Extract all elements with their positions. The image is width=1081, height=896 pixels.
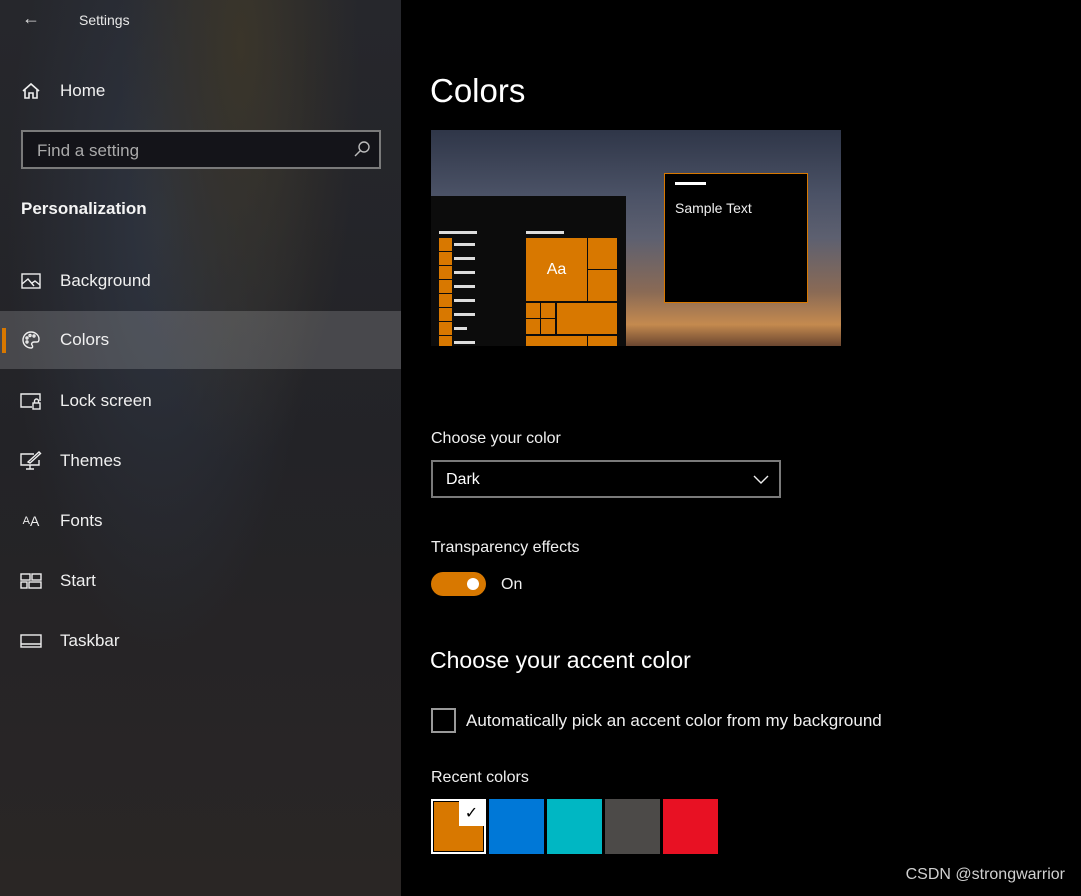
dropdown-value: Dark — [446, 471, 480, 488]
preview-tile: Aa — [526, 238, 587, 301]
toggle-knob — [467, 578, 479, 590]
sidebar-item-label: Colors — [60, 330, 110, 349]
page-title: Colors — [430, 72, 526, 109]
chevron-down-icon — [753, 471, 769, 492]
sidebar-item-background[interactable]: Background — [0, 252, 401, 310]
back-arrow-icon[interactable]: ← — [22, 8, 40, 29]
sidebar-item-fonts[interactable]: AA Fonts — [0, 492, 401, 550]
sidebar-item-label: Start — [60, 571, 96, 590]
sample-window-preview: Sample Text — [664, 173, 808, 303]
checkmark-icon: ✓ — [459, 801, 484, 826]
watermark: CSDN @strongwarrior — [905, 866, 1065, 883]
auto-accent-label[interactable]: Automatically pick an accent color from … — [466, 711, 882, 731]
color-swatch[interactable] — [547, 799, 602, 854]
sidebar-item-home[interactable]: Home — [0, 62, 401, 120]
sidebar-item-lock-screen[interactable]: Lock screen — [0, 372, 401, 430]
palette-icon — [20, 329, 42, 351]
lock-screen-icon — [20, 390, 42, 412]
search-icon[interactable] — [353, 140, 371, 163]
sidebar-item-label: Fonts — [60, 511, 103, 530]
sidebar-item-start[interactable]: Start — [0, 552, 401, 610]
search-input[interactable]: Find a setting — [21, 130, 381, 169]
color-preview: Aa Sample Text — [431, 130, 841, 346]
color-swatch[interactable]: ✓ — [431, 799, 486, 854]
selection-indicator — [2, 328, 6, 353]
sidebar-item-label: Taskbar — [60, 631, 120, 650]
taskbar-icon — [20, 630, 42, 652]
choose-color-label: Choose your color — [431, 430, 561, 447]
picture-icon — [20, 270, 42, 292]
sidebar: ← Settings Home Find a setting Personali… — [0, 0, 401, 896]
sidebar-item-label: Home — [60, 81, 106, 100]
themes-icon — [20, 450, 42, 472]
auto-accent-checkbox[interactable] — [431, 708, 456, 733]
sidebar-item-label: Themes — [60, 451, 122, 470]
color-swatch[interactable] — [489, 799, 544, 854]
color-swatch[interactable] — [663, 799, 718, 854]
search-placeholder: Find a setting — [37, 141, 140, 160]
sample-text: Sample Text — [675, 200, 752, 216]
transparency-toggle[interactable] — [431, 572, 486, 596]
color-swatch[interactable] — [605, 799, 660, 854]
sidebar-item-taskbar[interactable]: Taskbar — [0, 612, 401, 670]
start-icon — [20, 570, 42, 592]
recent-colors-label: Recent colors — [431, 769, 529, 786]
home-icon — [20, 80, 42, 102]
sidebar-item-themes[interactable]: Themes — [0, 432, 401, 490]
sidebar-item-label: Lock screen — [60, 391, 152, 410]
transparency-label: Transparency effects — [431, 539, 580, 556]
choose-color-dropdown[interactable]: Dark — [431, 460, 781, 498]
fonts-icon: AA — [22, 513, 40, 529]
toggle-state: On — [501, 576, 523, 593]
accent-heading: Choose your accent color — [430, 647, 691, 673]
section-heading: Personalization — [21, 199, 147, 218]
start-menu-preview: Aa — [431, 196, 626, 346]
sidebar-item-colors[interactable]: Colors — [0, 311, 401, 369]
sidebar-item-label: Background — [60, 271, 151, 290]
window-title: Settings — [79, 12, 130, 28]
